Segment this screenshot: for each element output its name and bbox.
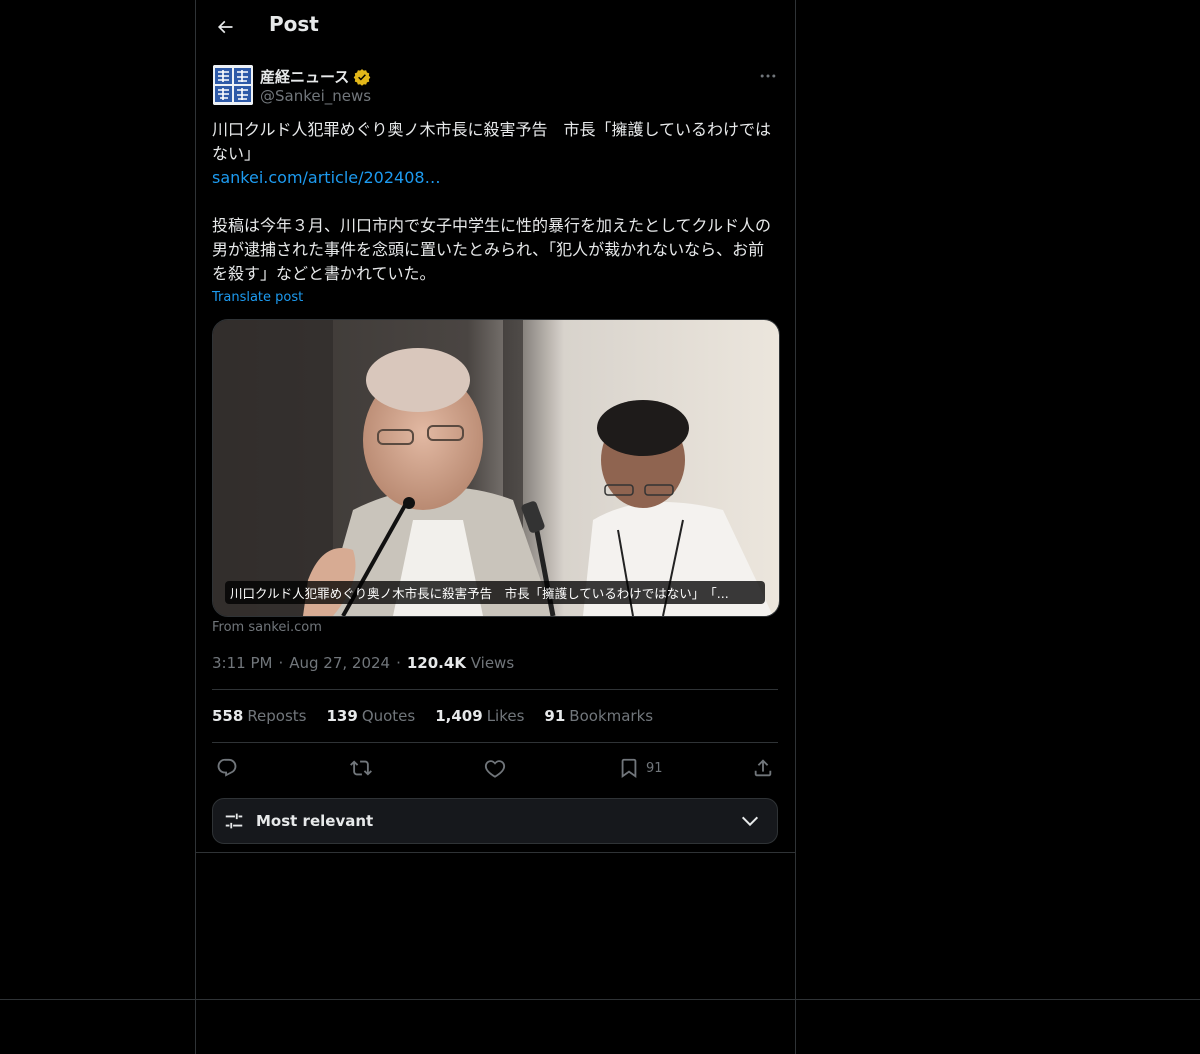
reposts-stat[interactable]: 558 Reposts [212,707,307,725]
page-title: Post [269,12,319,36]
main-column: Post 産経ニュース @Sankei_news 川口クルド人犯罪めぐり奥ノ木市… [195,0,796,1054]
sliders-icon [225,813,243,829]
quotes-stat[interactable]: 139 Quotes [327,707,416,725]
action-bar: 91 [212,755,778,781]
divider [212,742,778,743]
sort-replies-dropdown[interactable]: Most relevant [212,798,778,844]
meta-separator: · [396,654,401,672]
author-name-row[interactable]: 産経ニュース [260,66,371,87]
verified-badge-icon [353,68,371,86]
share-button[interactable] [752,755,774,781]
quotes-count: 139 [326,707,358,725]
translate-post-link[interactable]: Translate post [212,290,303,305]
bookmarks-label: Bookmarks [569,707,654,725]
back-button[interactable] [212,14,238,40]
bookmark-button[interactable]: 91 [618,755,663,781]
bookmark-icon [621,758,637,779]
back-arrow-icon [217,20,233,34]
likes-stat[interactable]: 1,409 Likes [435,707,524,725]
post-link[interactable]: sankei.com/article/202408… [212,166,778,190]
bookmark-count: 91 [646,760,663,776]
engagement-stats: 558 Reposts 139 Quotes 1,409 Likes 91 Bookma… [212,707,653,725]
share-icon [754,759,772,777]
divider [212,689,778,690]
reply-icon [217,758,237,777]
sankei-logo-icon [213,65,253,105]
bookmarks-stat[interactable]: 91 Bookmarks [544,707,653,725]
more-dots-icon [760,74,776,78]
more-options-button[interactable] [756,64,780,88]
repost-icon [350,760,372,776]
reposts-label: Reposts [247,707,307,725]
post-meta: 3:11 PM · Aug 27, 2024 · 120.4K Views [212,654,514,672]
article-photo [213,320,779,616]
post-date[interactable]: Aug 27, 2024 [289,654,390,672]
quotes-label: Quotes [361,707,416,725]
card-source[interactable]: From sankei.com [212,620,322,635]
reposts-count: 558 [212,707,244,725]
heart-icon [484,760,506,778]
views-label: Views [470,654,515,672]
meta-separator: · [278,654,284,672]
likes-label: Likes [486,707,525,725]
repost-button[interactable] [350,755,372,781]
author-display-name[interactable]: 産経ニュース [260,66,349,87]
post-time[interactable]: 3:11 PM [212,654,272,672]
views-count: 120.4K [406,654,466,672]
sort-label: Most relevant [256,812,374,830]
chevron-down-icon [741,816,759,827]
avatar[interactable] [213,65,253,105]
likes-count: 1,409 [435,707,483,725]
divider [196,852,795,853]
post-body: 投稿は今年３月、川口市内で女子中学生に性的暴行を加えたとしてクルド人の男が逮捕さ… [212,216,772,283]
reply-button[interactable] [216,755,238,781]
post-text: 川口クルド人犯罪めぐり奥ノ木市長に殺害予告 市長「擁護しているわけではない」 sa… [212,118,778,286]
author-handle[interactable]: @Sankei_news [260,87,371,105]
like-button[interactable] [484,755,506,781]
bookmarks-count: 91 [544,707,566,725]
header: Post [196,0,795,53]
bottom-divider [0,999,1200,1000]
post-headline: 川口クルド人犯罪めぐり奥ノ木市長に殺害予告 市長「擁護しているわけではない」 [212,120,772,163]
card-caption: 川口クルド人犯罪めぐり奥ノ木市長に殺害予告 市長「擁護しているわけではない」 「… [225,581,765,604]
link-card[interactable]: 川口クルド人犯罪めぐり奥ノ木市長に殺害予告 市長「擁護しているわけではない」 「… [212,319,780,617]
